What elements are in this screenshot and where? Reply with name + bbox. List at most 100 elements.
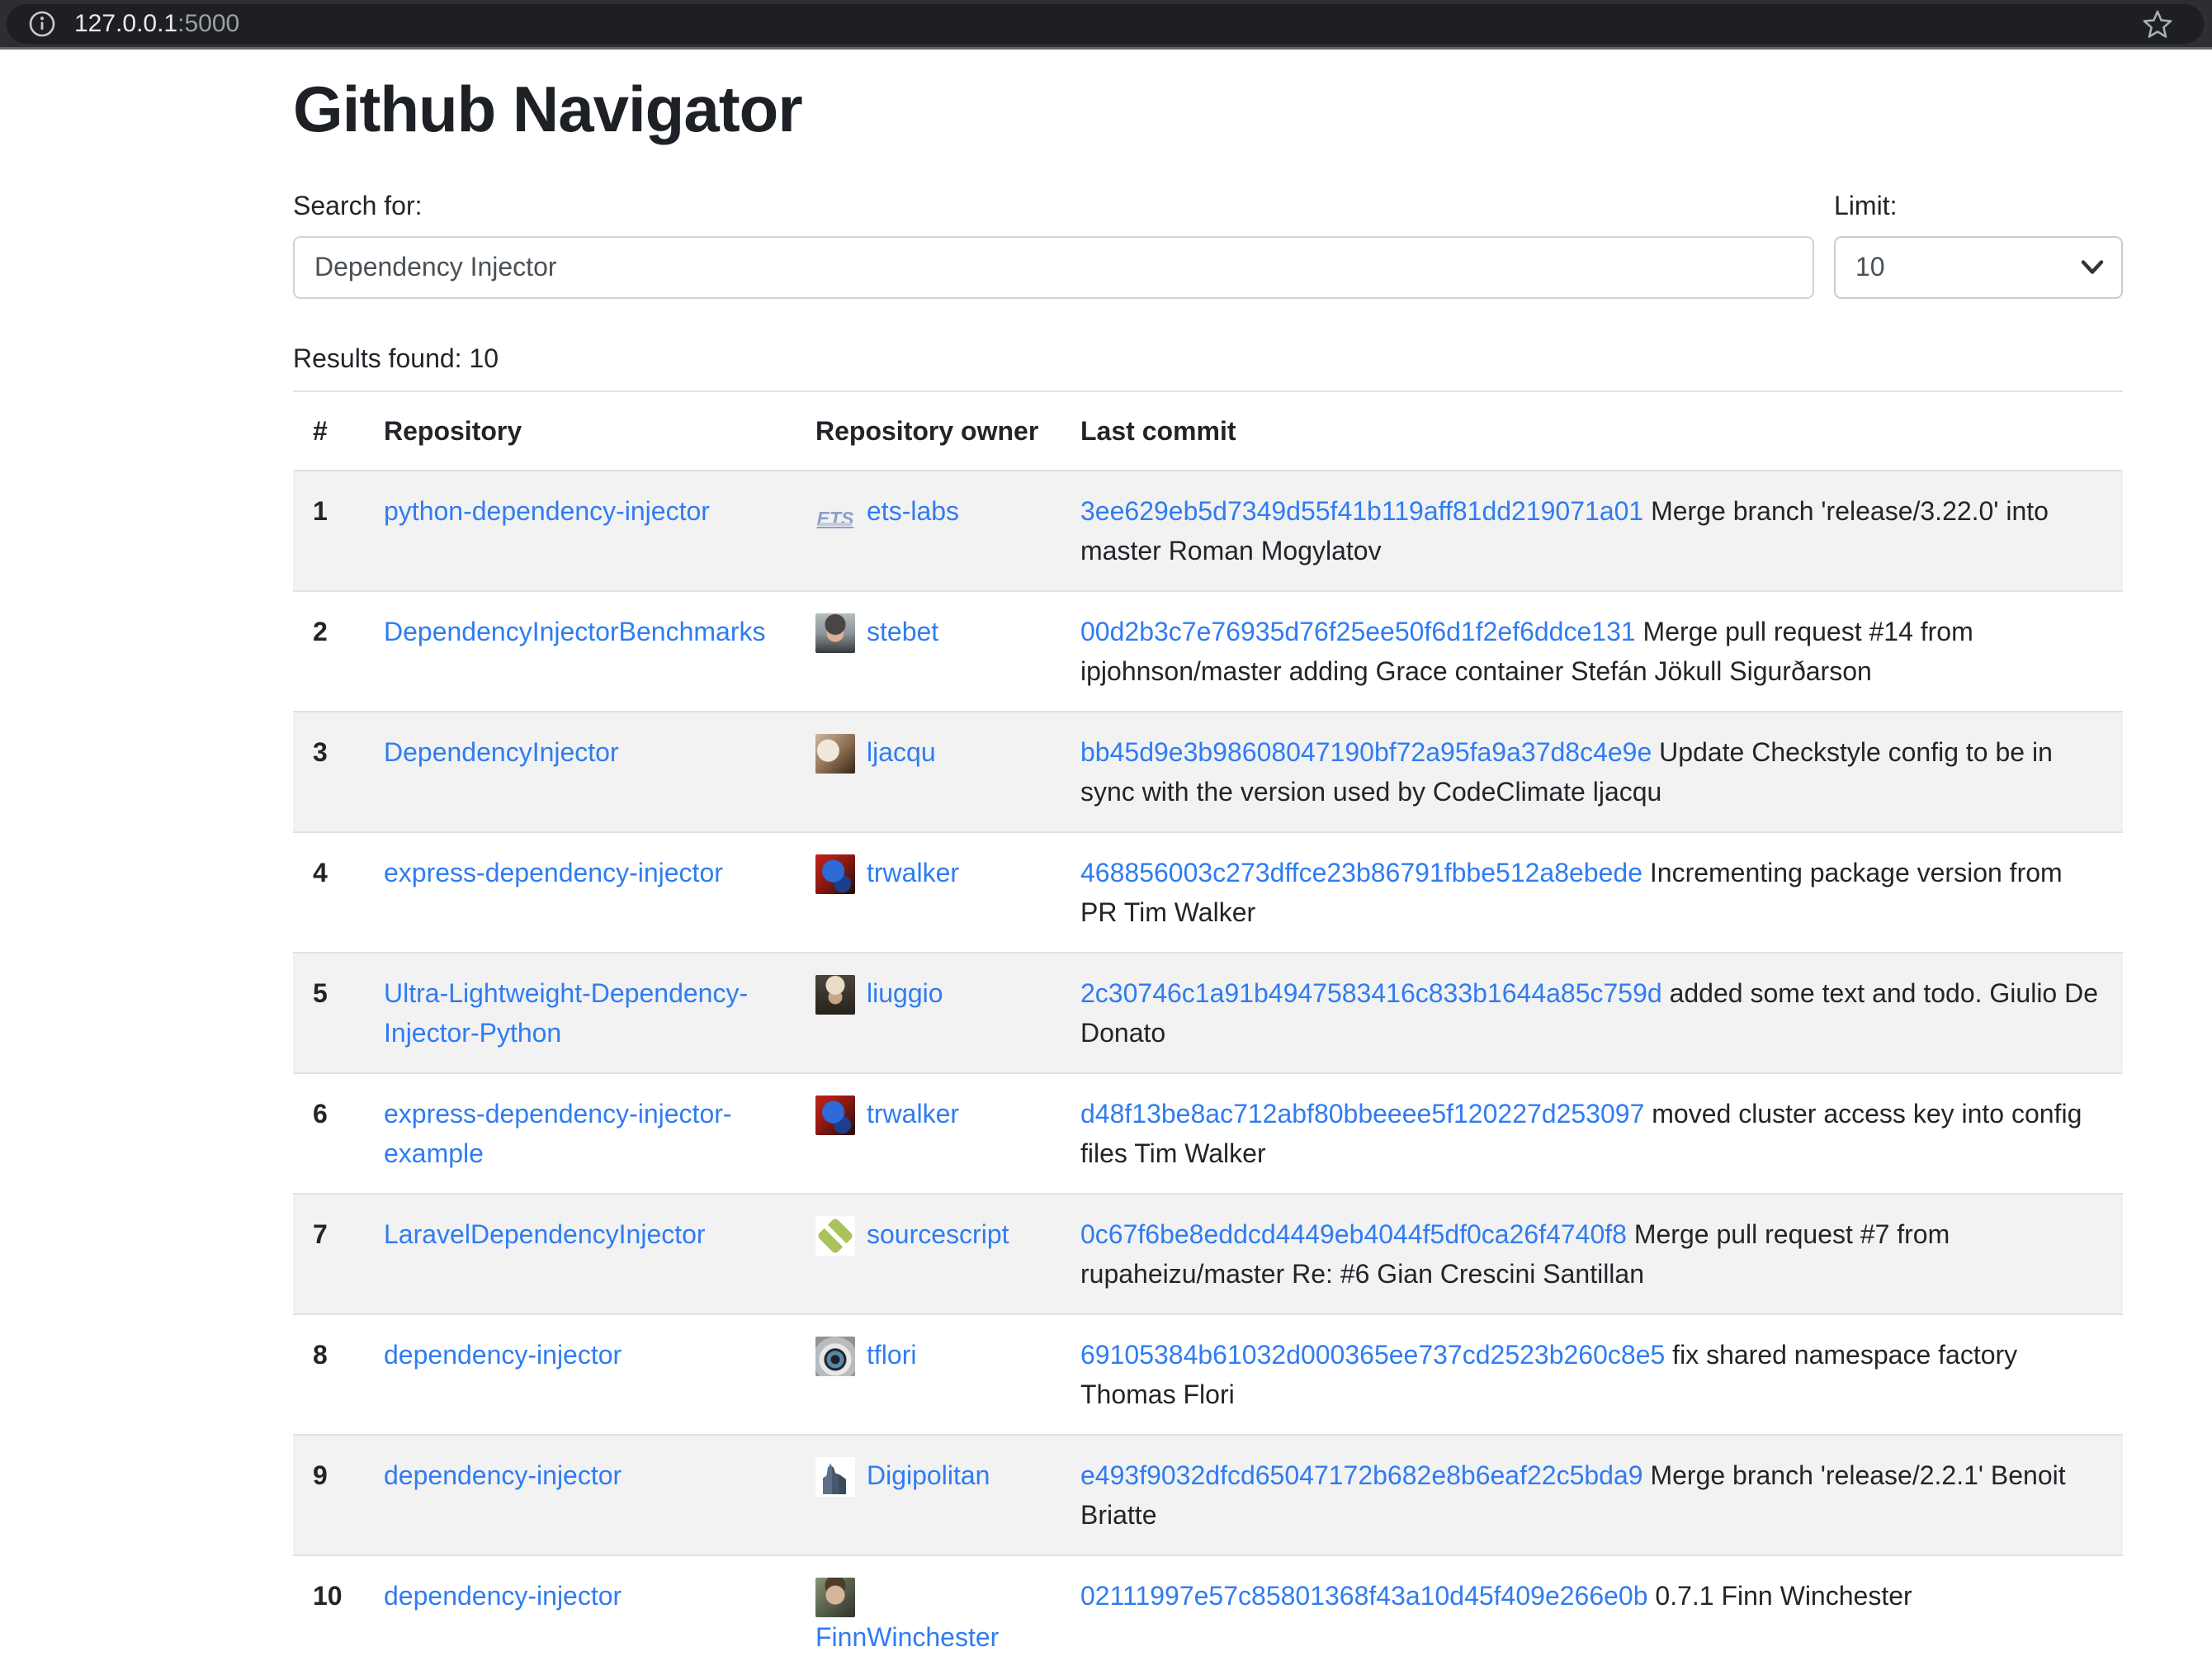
- commit-sha-link[interactable]: e493f9032dfcd65047172b682e8b6eaf22c5bda9: [1080, 1460, 1643, 1490]
- last-commit-cell: 468856003c273dffce23b86791fbbe512a8ebede…: [1061, 832, 2123, 953]
- limit-label: Limit:: [1834, 186, 2123, 225]
- search-input[interactable]: [293, 236, 1814, 299]
- repository-link[interactable]: LaravelDependencyInjector: [384, 1219, 706, 1249]
- repository-link[interactable]: DependencyInjectorBenchmarks: [384, 617, 765, 646]
- table-row: 8 dependency-injector tflori 69105384b61…: [293, 1314, 2123, 1435]
- repository-link[interactable]: dependency-injector: [384, 1581, 622, 1611]
- table-row: 4 express-dependency-injector trwalker 4…: [293, 832, 2123, 953]
- commit-sha-link[interactable]: bb45d9e3b98608047190bf72a95fa9a37d8c4e9e: [1080, 737, 1652, 767]
- owner-avatar: [815, 854, 855, 894]
- repository-cell: dependency-injector: [364, 1555, 796, 1661]
- repository-link[interactable]: express-dependency-injector-example: [384, 1099, 732, 1168]
- repository-cell: DependencyInjector: [364, 712, 796, 832]
- owner-link[interactable]: trwalker: [867, 858, 959, 887]
- owner-avatar: [815, 1096, 855, 1135]
- owner-avatar: [815, 613, 855, 653]
- owner-link[interactable]: tflori: [867, 1340, 916, 1370]
- repository-cell: express-dependency-injector: [364, 832, 796, 953]
- url-host: 127.0.0.1: [74, 10, 177, 37]
- last-commit-cell: 00d2b3c7e76935d76f25ee50f6d1f2ef6ddce131…: [1061, 591, 2123, 712]
- repository-link[interactable]: express-dependency-injector: [384, 858, 723, 887]
- url-text: 127.0.0.1:5000: [74, 10, 239, 38]
- row-number: 7: [293, 1194, 364, 1314]
- owner-avatar: [815, 734, 855, 774]
- repository-cell: dependency-injector: [364, 1314, 796, 1435]
- last-commit-cell: 0c67f6be8eddcd4449eb4044f5df0ca26f4740f8…: [1061, 1194, 2123, 1314]
- commit-sha-link[interactable]: 02111997e57c85801368f43a10d45f409e266e0b: [1080, 1581, 1648, 1611]
- last-commit-cell: e493f9032dfcd65047172b682e8b6eaf22c5bda9…: [1061, 1435, 2123, 1555]
- commit-sha-link[interactable]: 0c67f6be8eddcd4449eb4044f5df0ca26f4740f8: [1080, 1219, 1627, 1249]
- col-header-owner: Repository owner: [796, 391, 1061, 471]
- last-commit-cell: d48f13be8ac712abf80bbeeee5f120227d253097…: [1061, 1073, 2123, 1194]
- commit-sha-link[interactable]: 69105384b61032d000365ee737cd2523b260c8e5: [1080, 1340, 1665, 1370]
- repository-cell: LaravelDependencyInjector: [364, 1194, 796, 1314]
- commit-sha-link[interactable]: 3ee629eb5d7349d55f41b119aff81dd219071a01: [1080, 496, 1643, 526]
- col-header-repository: Repository: [364, 391, 796, 471]
- commit-sha-link[interactable]: 2c30746c1a91b4947583416c833b1644a85c759d: [1080, 978, 1662, 1008]
- owner-avatar: [815, 1457, 855, 1497]
- chevron-down-icon: [2080, 259, 2105, 275]
- last-commit-cell: bb45d9e3b98608047190bf72a95fa9a37d8c4e9e…: [1061, 712, 2123, 832]
- last-commit-cell: 2c30746c1a91b4947583416c833b1644a85c759d…: [1061, 953, 2123, 1073]
- commit-sha-link[interactable]: 468856003c273dffce23b86791fbbe512a8ebede: [1080, 858, 1642, 887]
- owner-cell: FinnWinchester: [796, 1555, 1061, 1661]
- repository-link[interactable]: DependencyInjector: [384, 737, 619, 767]
- owner-link[interactable]: ets-labs: [867, 496, 959, 526]
- owner-avatar: [815, 1216, 855, 1256]
- repository-cell: DependencyInjectorBenchmarks: [364, 591, 796, 712]
- repository-link[interactable]: dependency-injector: [384, 1340, 622, 1370]
- repository-link[interactable]: python-dependency-injector: [384, 496, 710, 526]
- repository-cell: python-dependency-injector: [364, 471, 796, 591]
- owner-link[interactable]: sourcescript: [867, 1219, 1009, 1249]
- star-icon[interactable]: [2139, 6, 2176, 42]
- info-icon[interactable]: [28, 10, 56, 38]
- owner-cell: ljacqu: [796, 712, 1061, 832]
- owner-link[interactable]: liuggio: [867, 978, 943, 1008]
- col-header-last-commit: Last commit: [1061, 391, 2123, 471]
- last-commit-cell: 3ee629eb5d7349d55f41b119aff81dd219071a01…: [1061, 471, 2123, 591]
- search-label: Search for:: [293, 186, 1814, 225]
- search-form: Search for: Limit: 10: [293, 186, 2123, 299]
- row-number: 6: [293, 1073, 364, 1194]
- table-row: 10 dependency-injector FinnWinchester 02…: [293, 1555, 2123, 1661]
- repository-cell: dependency-injector: [364, 1435, 796, 1555]
- row-number: 1: [293, 471, 364, 591]
- table-row: 6 express-dependency-injector-example tr…: [293, 1073, 2123, 1194]
- row-number: 10: [293, 1555, 364, 1661]
- row-number: 9: [293, 1435, 364, 1555]
- url-pill[interactable]: 127.0.0.1:5000: [7, 4, 2204, 44]
- owner-cell: stebet: [796, 591, 1061, 712]
- last-commit-cell: 69105384b61032d000365ee737cd2523b260c8e5…: [1061, 1314, 2123, 1435]
- table-row: 1 python-dependency-injector ets-labs 3e…: [293, 471, 2123, 591]
- owner-link[interactable]: trwalker: [867, 1099, 959, 1129]
- owner-link[interactable]: ljacqu: [867, 737, 936, 767]
- col-header-num: #: [293, 391, 364, 471]
- owner-cell: Digipolitan: [796, 1435, 1061, 1555]
- page-title: Github Navigator: [293, 71, 2123, 149]
- table-row: 3 DependencyInjector ljacqu bb45d9e3b986…: [293, 712, 2123, 832]
- owner-cell: tflori: [796, 1314, 1061, 1435]
- owner-cell: sourcescript: [796, 1194, 1061, 1314]
- repository-link[interactable]: dependency-injector: [384, 1460, 622, 1490]
- repository-cell: Ultra-Lightweight-Dependency-Injector-Py…: [364, 953, 796, 1073]
- limit-column: Limit: 10: [1834, 186, 2123, 299]
- owner-cell: ets-labs: [796, 471, 1061, 591]
- repository-link[interactable]: Ultra-Lightweight-Dependency-Injector-Py…: [384, 978, 748, 1048]
- owner-link[interactable]: stebet: [867, 617, 938, 646]
- owner-link[interactable]: FinnWinchester: [815, 1622, 999, 1652]
- row-number: 8: [293, 1314, 364, 1435]
- owner-link[interactable]: Digipolitan: [867, 1460, 990, 1490]
- row-number: 4: [293, 832, 364, 953]
- results-count: Results found: 10: [293, 338, 2123, 378]
- row-number: 3: [293, 712, 364, 832]
- browser-address-bar: 127.0.0.1:5000: [0, 0, 2212, 50]
- limit-select[interactable]: 10: [1834, 236, 2123, 299]
- owner-cell: trwalker: [796, 1073, 1061, 1194]
- commit-sha-link[interactable]: d48f13be8ac712abf80bbeeee5f120227d253097: [1080, 1099, 1644, 1129]
- row-number: 2: [293, 591, 364, 712]
- table-row: 5 Ultra-Lightweight-Dependency-Injector-…: [293, 953, 2123, 1073]
- commit-sha-link[interactable]: 00d2b3c7e76935d76f25ee50f6d1f2ef6ddce131: [1080, 617, 1636, 646]
- table-row: 7 LaravelDependencyInjector sourcescript…: [293, 1194, 2123, 1314]
- table-row: 2 DependencyInjectorBenchmarks stebet 00…: [293, 591, 2123, 712]
- owner-avatar: [815, 493, 855, 532]
